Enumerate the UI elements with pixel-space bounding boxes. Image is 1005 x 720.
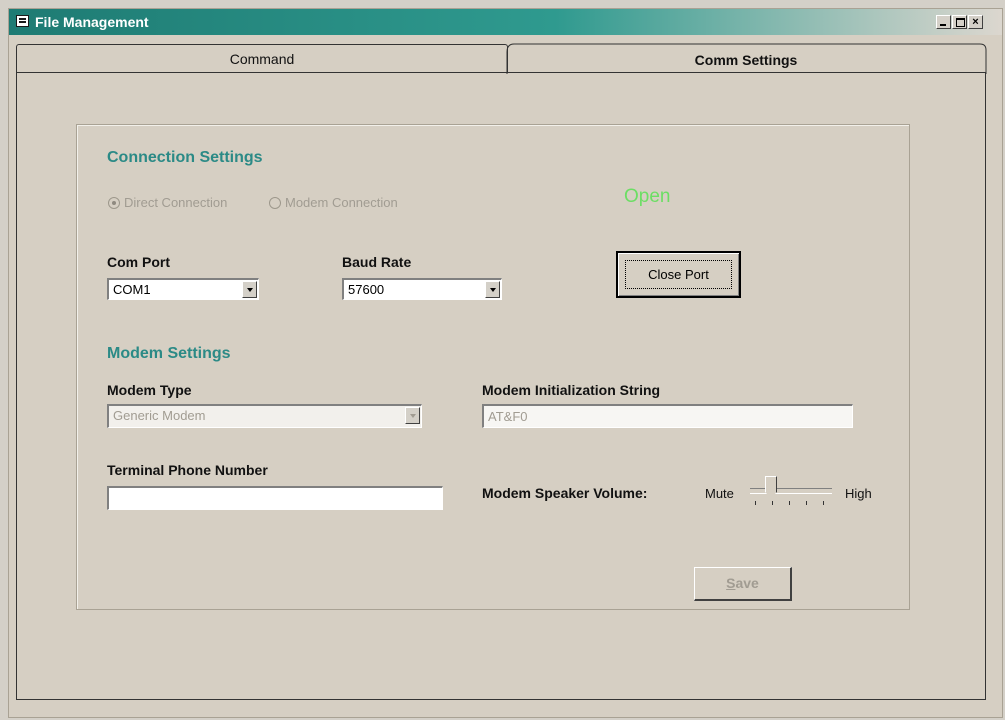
chevron-down-icon[interactable] [242,281,257,298]
slider-tick [772,501,773,505]
tab-command[interactable]: Command [16,44,508,73]
modem-init-string-value: AT&F0 [488,409,528,424]
slider-tick [806,501,807,505]
com-port-label: Com Port [107,254,170,270]
terminal-phone-field[interactable] [107,486,443,510]
terminal-phone-label: Terminal Phone Number [107,462,268,478]
close-port-button[interactable]: Close Port [616,251,741,298]
modem-type-select[interactable]: Generic Modem [107,404,422,428]
baud-rate-value: 57600 [348,282,385,297]
modem-settings-heading: Modem Settings [107,345,231,362]
baud-rate-label: Baud Rate [342,254,412,270]
connection-settings-heading: Connection Settings [107,149,263,166]
modem-connection-label: Modem Connection [285,195,398,210]
close-port-button-label: Close Port [648,267,709,282]
tab-comm-settings[interactable]: Comm Settings [506,38,986,74]
maximize-icon [956,18,965,27]
radio-selected-dot [112,201,116,205]
modem-type-label: Modem Type [107,382,192,398]
close-icon: × [972,16,979,28]
minimize-icon [940,24,946,26]
save-button[interactable]: Save [694,567,792,601]
modem-init-string-label: Modem Initialization String [482,382,661,398]
direct-connection-radio[interactable] [108,197,120,209]
port-status-label: Open [624,186,671,207]
volume-min-label: Mute [705,486,734,501]
direct-connection-label: Direct Connection [124,195,228,210]
chevron-down-icon[interactable] [485,281,500,298]
chevron-down-icon[interactable] [405,407,420,424]
window-title: File Management [35,14,149,30]
speaker-volume-label: Modem Speaker Volume: [482,485,648,501]
com-port-value: COM1 [113,282,151,297]
volume-slider-track[interactable] [750,488,832,494]
com-port-select[interactable]: COM1 [107,278,259,300]
close-button[interactable]: × [968,15,983,29]
app-icon [16,15,29,27]
modem-type-value: Generic Modem [113,408,206,423]
minimize-button[interactable] [936,15,951,29]
slider-tick [755,501,756,505]
modem-init-string-field[interactable]: AT&F0 [482,404,853,428]
modem-connection-radio[interactable] [269,197,281,209]
slider-tick [789,501,790,505]
save-button-label: ave [735,575,759,591]
title-bar[interactable]: File Management × [9,9,1002,35]
baud-rate-select[interactable]: 57600 [342,278,502,300]
maximize-button[interactable] [952,15,967,29]
slider-tick [823,501,824,505]
volume-max-label: High [845,486,872,501]
